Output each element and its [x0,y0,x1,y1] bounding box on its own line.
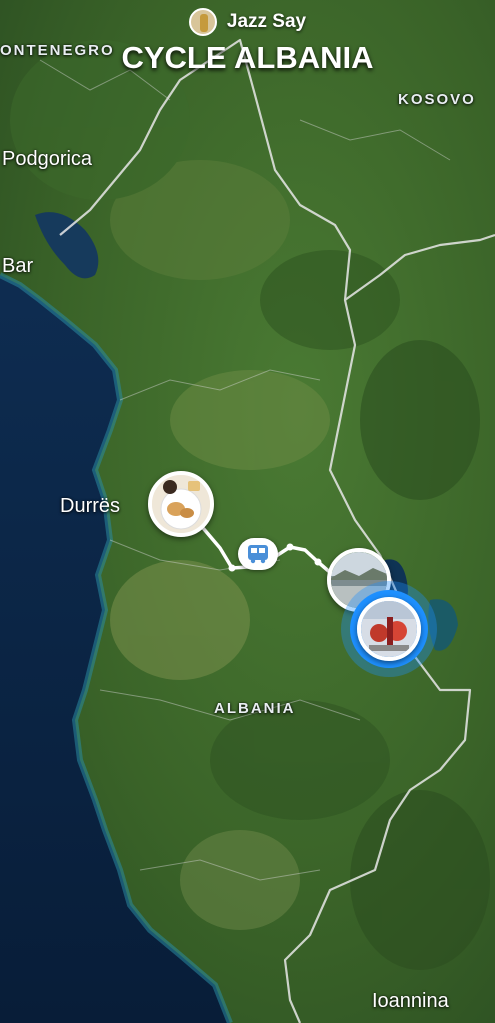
country-label-kosovo: KOSOVO [398,91,476,108]
profile-avatar-icon[interactable] [188,8,217,36]
city-label-podgorica: Podgorica [2,148,93,170]
city-label-durres: Durrës [60,495,121,517]
bus-icon[interactable] [238,538,278,570]
author-name[interactable]: Jazz Say [227,11,306,33]
bike-photo-current [361,601,417,657]
author-row[interactable]: Jazz Say [0,8,495,36]
country-label-montenegro: ONTENEGRO [0,42,115,59]
breakfast-photo [152,475,210,533]
photo-pin-breakfast[interactable] [148,471,214,537]
city-label-ioannina: Ioannina [372,990,449,1012]
photo-pin-current[interactable] [357,597,421,661]
country-label-albania: ALBANIA [214,700,296,717]
city-label-bar: Bar [2,255,34,277]
